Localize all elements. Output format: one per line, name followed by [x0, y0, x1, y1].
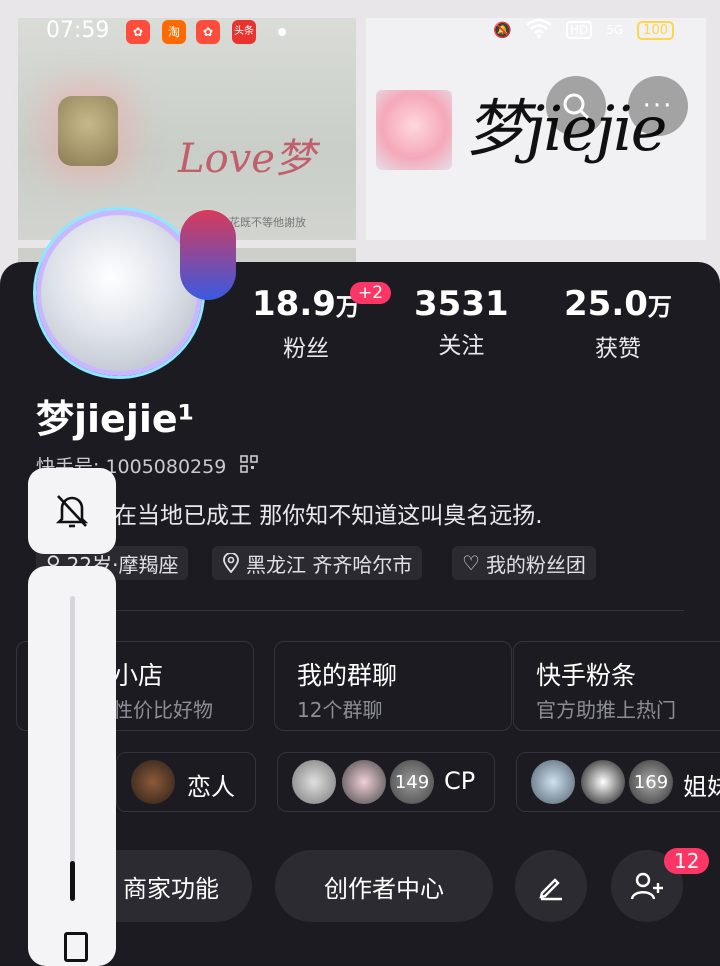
- search-button[interactable]: [546, 76, 606, 136]
- relation-label: 恋人: [187, 773, 235, 801]
- status-bar: 07:59 ✿ 淘 ✿ 头条 🔕 HD 5G 100: [0, 0, 720, 60]
- service-subtitle: 性价比好物: [113, 698, 213, 722]
- phone-icon: [64, 932, 88, 962]
- wifi-icon: [526, 18, 552, 42]
- magnet-decoration-icon: [180, 210, 236, 300]
- stat-following[interactable]: 3531 关注: [414, 284, 509, 360]
- avatar: [342, 760, 386, 804]
- fans-new-badge: +2: [350, 282, 392, 304]
- heart-badge-icon: ♡: [462, 551, 480, 575]
- relation-label: CP: [444, 767, 476, 795]
- tag-label: 我的粉丝团: [485, 552, 586, 577]
- add-user-icon: [630, 872, 663, 900]
- profile-name: 梦jiejie¹: [36, 397, 195, 441]
- toutiao-icon: 头条: [232, 20, 256, 44]
- tag-location[interactable]: 黑龙江 齐齐哈尔市: [212, 546, 423, 580]
- more-button[interactable]: ···: [628, 76, 688, 136]
- search-icon: [563, 93, 590, 120]
- likes-count: 25.0: [564, 284, 648, 324]
- add-friend-badge: 12: [664, 848, 710, 874]
- taobao-icon: 淘: [162, 20, 186, 44]
- relation-label: 姐妹: [683, 773, 720, 801]
- avatar-wrap[interactable]: [30, 200, 236, 376]
- creator-center-button[interactable]: 创作者中心: [275, 850, 493, 922]
- volume-track[interactable]: [70, 596, 75, 901]
- tag-label: 黑龙江 齐齐哈尔市: [246, 552, 413, 577]
- volume-slider[interactable]: [28, 566, 116, 966]
- edit-profile-button[interactable]: [515, 850, 587, 922]
- service-title: 快手粉条: [536, 661, 637, 690]
- stat-fans[interactable]: 18.9万 粉丝: [252, 284, 360, 363]
- avatar: [292, 760, 336, 804]
- candle-image: [58, 96, 118, 166]
- qrcode-icon[interactable]: [240, 455, 258, 473]
- ringer-mute-button[interactable]: [28, 468, 116, 554]
- notification-dot: [278, 28, 286, 36]
- volume-level: [70, 861, 75, 901]
- service-boost[interactable]: 快手粉条 官方助推上热门: [513, 641, 720, 731]
- relation-count: 149: [390, 760, 434, 804]
- fans-count: 18.9: [252, 284, 336, 324]
- fans-label: 粉丝: [282, 336, 329, 362]
- kuaishou-icon: ✿: [196, 20, 220, 44]
- avatar[interactable]: [36, 210, 202, 376]
- kuaishou-icon: ✿: [126, 20, 150, 44]
- merchant-label: 商家功能: [123, 874, 219, 903]
- signal-icon: 5G: [606, 23, 624, 37]
- profile-bio: 在当地已成王 那你知不知道这叫臭名远扬.: [114, 503, 543, 529]
- following-label: 关注: [438, 333, 485, 359]
- tag-fan-club[interactable]: ♡ 我的粉丝团: [452, 546, 596, 580]
- more-dots-icon: ···: [642, 91, 674, 121]
- service-title: 我的群聊: [297, 661, 398, 690]
- avatar: [581, 760, 625, 804]
- avatar: [531, 760, 575, 804]
- hd-icon: HD: [565, 21, 593, 39]
- status-time: 07:59: [46, 18, 110, 43]
- relation-count: 169: [629, 760, 673, 804]
- likes-unit: 万: [647, 293, 672, 321]
- relation-lover[interactable]: 恋人: [116, 752, 256, 812]
- service-subtitle: 官方助推上热门: [536, 698, 676, 722]
- bell-off-icon: [55, 495, 89, 528]
- service-group-chat[interactable]: 我的群聊 12个群聊: [274, 641, 512, 731]
- service-title: 小店: [113, 661, 164, 690]
- relation-cp[interactable]: 149 CP: [277, 752, 495, 812]
- following-count: 3531: [414, 284, 509, 324]
- likes-label: 获赞: [594, 336, 641, 362]
- service-subtitle: 12个群聊: [297, 698, 383, 722]
- relation-sisters[interactable]: 169 姐妹: [516, 752, 720, 812]
- location-icon: [223, 553, 239, 573]
- battery-icon: 100: [637, 20, 674, 40]
- divider: [36, 610, 684, 611]
- anime-avatar-image: [376, 90, 452, 170]
- avatar: [131, 760, 175, 804]
- stat-likes[interactable]: 25.0万 获赞: [564, 284, 672, 363]
- status-right: 🔕 HD 5G 100: [493, 18, 674, 42]
- banner-left-text: Love梦: [178, 136, 315, 182]
- mute-icon: 🔕: [493, 21, 512, 39]
- edit-pencil-icon: [539, 878, 562, 901]
- creator-label: 创作者中心: [324, 874, 444, 903]
